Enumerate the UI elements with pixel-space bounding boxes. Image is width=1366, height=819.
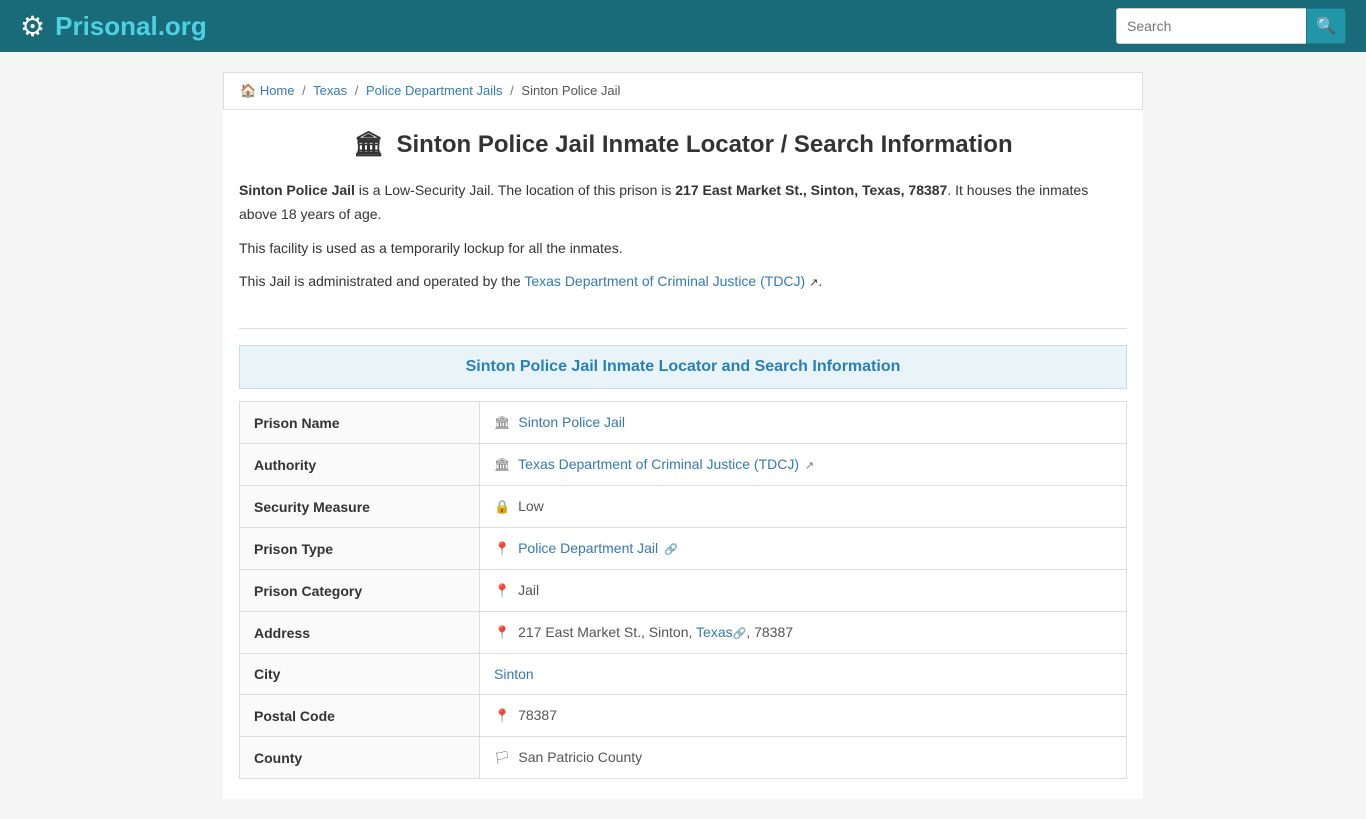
logo-text: Prisonal.org [55,11,207,42]
info-table-header: Sinton Police Jail Inmate Locator and Se… [239,345,1127,389]
desc-3-pre: This Jail is administrated and operated … [239,273,524,289]
county-icon: 🏳 [494,750,511,765]
table-label: Postal Code [240,695,480,737]
prison-icon: 🏛 [353,131,383,158]
breadcrumb-sep-2: / [355,83,359,98]
county-value: San Patricio County [518,749,642,765]
page-title: 🏛 Sinton Police Jail Inmate Locator / Se… [239,130,1127,159]
home-icon: 🏠 [240,83,256,98]
search-button[interactable]: 🔍 [1306,8,1346,44]
description-para-2: This facility is used as a temporarily l… [239,237,1127,261]
logo-icon: ⚙ [20,10,45,43]
page-title-section: 🏛 Sinton Police Jail Inmate Locator / Se… [223,110,1143,169]
address-icon: 📍 [494,625,510,640]
city-link[interactable]: Sinton [494,666,534,682]
table-value: 📍 78387 [480,695,1127,737]
divider [239,328,1127,329]
table-label: Prison Type [240,528,480,570]
table-label: County [240,737,480,779]
postal-icon: 📍 [494,708,510,723]
authority-link[interactable]: Texas Department of Criminal Justice (TD… [518,456,799,472]
breadcrumb-current: Sinton Police Jail [521,83,620,98]
security-value: Low [518,498,544,514]
site-logo[interactable]: ⚙ Prisonal.org [20,10,207,43]
description-para-1: Sinton Police Jail is a Low-Security Jai… [239,179,1127,227]
main-content: 🏠 Home / Texas / Police Department Jails… [223,72,1143,799]
prison-name-bold: Sinton Police Jail [239,182,355,198]
address-anchor: 🔗 [733,628,747,640]
breadcrumb-home[interactable]: Home [260,83,295,98]
address-state-link[interactable]: Texas [696,624,733,640]
search-icon: 🔍 [1316,16,1336,36]
info-table-section: Sinton Police Jail Inmate Locator and Se… [223,345,1143,799]
address-bold: 217 East Market St., Sinton, Texas, 7838… [675,182,947,198]
table-row: Prison Name 🏛 Sinton Police Jail [240,402,1127,444]
authority-icon: 🏛 [494,457,511,472]
table-value: 🏳 San Patricio County [480,737,1127,779]
category-icon: 📍 [494,583,510,598]
breadcrumb: 🏠 Home / Texas / Police Department Jails… [223,72,1143,110]
table-value: 🔒 Low [480,486,1127,528]
anchor-icon: 🔗 [664,544,678,556]
table-label: Authority [240,444,480,486]
table-row: Postal Code 📍 78387 [240,695,1127,737]
prison-name-link[interactable]: Sinton Police Jail [518,414,625,430]
logo-main-text: Prisonal [55,11,158,41]
address-pre: 217 East Market St., Sinton, [518,624,696,640]
table-value: 📍 217 East Market St., Sinton, Texas🔗, 7… [480,612,1127,654]
info-table: Prison Name 🏛 Sinton Police Jail Authori… [239,401,1127,779]
table-label: Address [240,612,480,654]
search-area: 🔍 [1116,8,1346,44]
table-value: 🏛 Sinton Police Jail [480,402,1127,444]
table-label: Security Measure [240,486,480,528]
tdcj-link[interactable]: Texas Department of Criminal Justice (TD… [524,273,805,289]
table-row: Prison Category 📍 Jail [240,570,1127,612]
search-input[interactable] [1116,8,1306,44]
table-row: City Sinton [240,654,1127,695]
address-post: , 78387 [746,624,793,640]
breadcrumb-police-jails[interactable]: Police Department Jails [366,83,503,98]
category-value: Jail [518,582,539,598]
prison-type-link[interactable]: Police Department Jail [518,540,658,556]
table-row: Authority 🏛 Texas Department of Criminal… [240,444,1127,486]
table-value: Sinton [480,654,1127,695]
breadcrumb-sep-3: / [510,83,514,98]
desc-3-post: . [818,273,822,289]
description-para-3: This Jail is administrated and operated … [239,270,1127,294]
table-label: Prison Category [240,570,480,612]
table-row: Security Measure 🔒 Low [240,486,1127,528]
desc-mid: is a Low-Security Jail. The location of … [355,182,675,198]
table-label: Prison Name [240,402,480,444]
security-icon: 🔒 [494,499,510,514]
table-value: 🏛 Texas Department of Criminal Justice (… [480,444,1127,486]
table-value: 📍 Jail [480,570,1127,612]
breadcrumb-sep-1: / [302,83,306,98]
table-row: Address 📍 217 East Market St., Sinton, T… [240,612,1127,654]
table-row: Prison Type 📍 Police Department Jail 🔗 [240,528,1127,570]
site-header: ⚙ Prisonal.org 🔍 [0,0,1366,52]
ext-icon: ↗ [805,460,814,472]
logo-accent-text: .org [158,11,207,41]
description-section: Sinton Police Jail is a Low-Security Jai… [223,169,1143,324]
postal-value: 78387 [518,707,557,723]
table-row: County 🏳 San Patricio County [240,737,1127,779]
prison-name-icon: 🏛 [494,415,511,430]
breadcrumb-texas[interactable]: Texas [313,83,347,98]
ext-link-icon: ↗ [809,277,818,289]
table-value: 📍 Police Department Jail 🔗 [480,528,1127,570]
table-label: City [240,654,480,695]
type-icon: 📍 [494,541,510,556]
